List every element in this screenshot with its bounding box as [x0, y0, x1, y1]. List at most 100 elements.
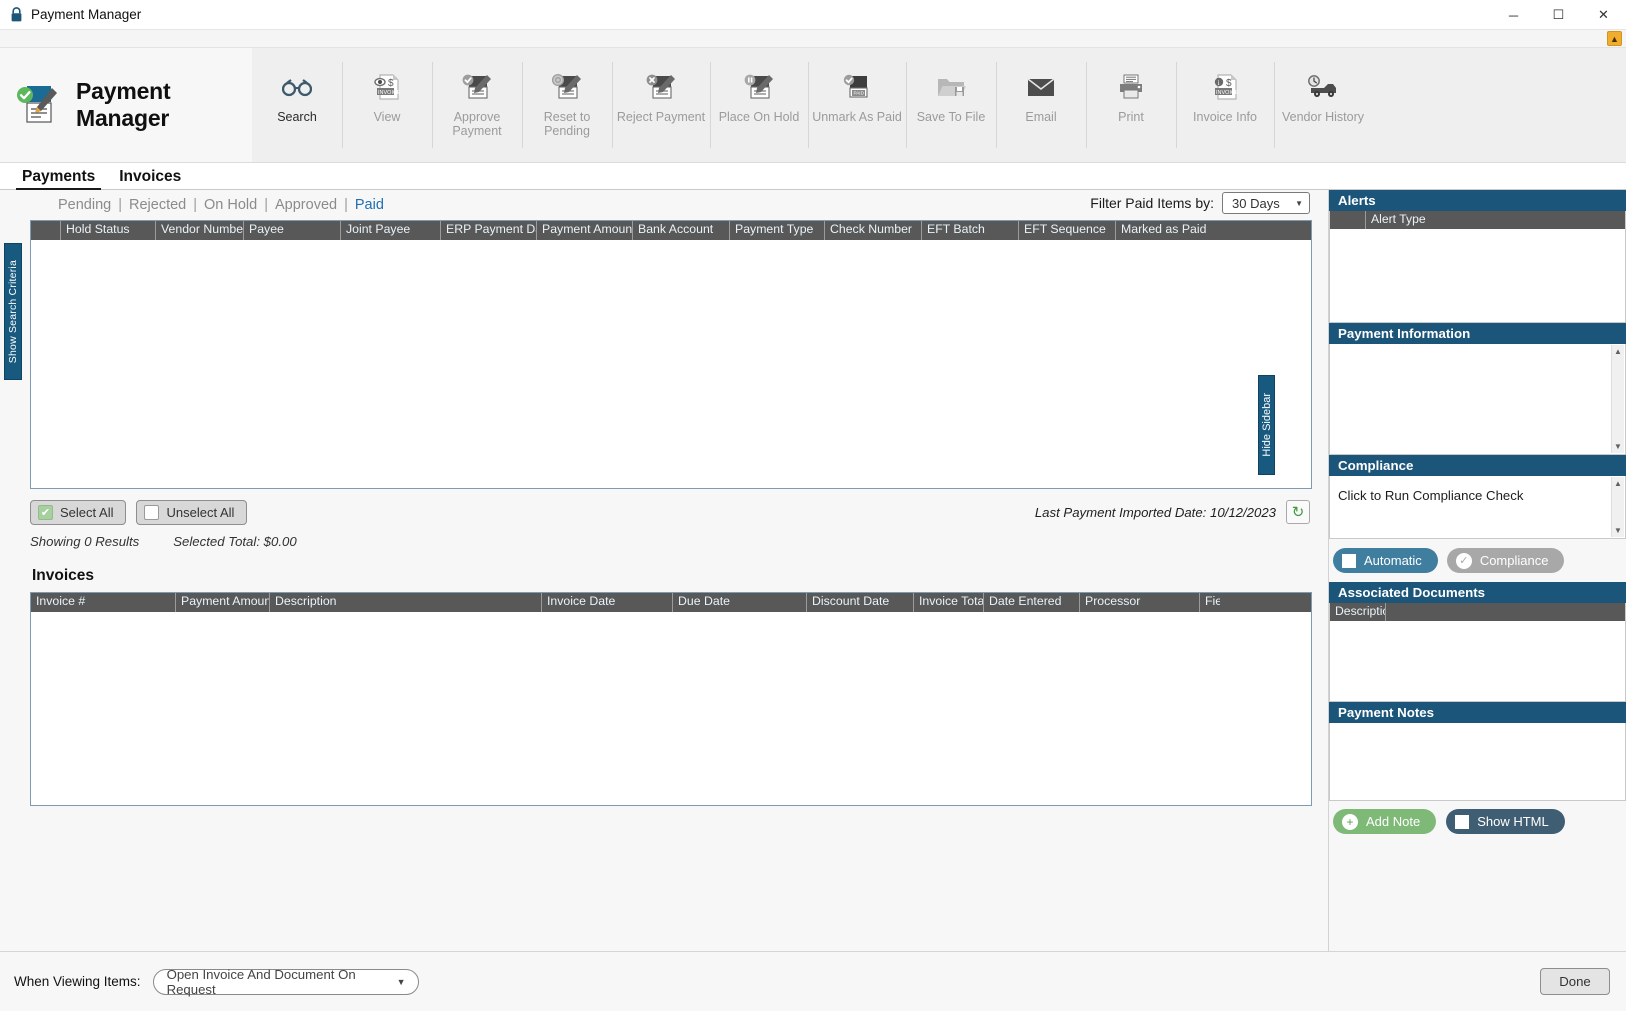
last-imported-group: Last Payment Imported Date: 10/12/2023 ↻ — [1035, 500, 1310, 524]
hide-sidebar-tab[interactable]: Hide Sidebar — [1258, 375, 1275, 475]
envelope-icon — [1025, 70, 1057, 104]
payments-column-header[interactable]: Payment Type — [730, 221, 825, 240]
compliance-label: Compliance — [1479, 553, 1549, 568]
associated-documents-column-header[interactable] — [1386, 603, 1624, 621]
invoices-grid-body[interactable] — [31, 612, 1311, 805]
svg-text:$: $ — [388, 78, 394, 89]
unselect-all-button[interactable]: Unselect All — [136, 500, 248, 525]
toolbar-button-unmark-as-paid[interactable]: PAID Unmark As Paid — [808, 54, 906, 162]
when-viewing-items-select[interactable]: Open Invoice And Document On Request ▼ — [152, 967, 419, 997]
invoices-column-header[interactable]: Description — [270, 593, 542, 612]
payments-grid-body[interactable] — [31, 240, 1311, 488]
toolbar-button-approve-payment[interactable]: Approve Payment — [432, 54, 522, 162]
toolbar-button-search[interactable]: Search — [252, 54, 342, 162]
payments-column-header[interactable]: Payment Amount — [537, 221, 633, 240]
status-filter-approved[interactable]: Approved — [275, 197, 337, 213]
status-filter-rejected[interactable]: Rejected — [129, 197, 186, 213]
payments-column-header[interactable]: Marked as Paid — [1116, 221, 1210, 240]
scroll-down-icon[interactable]: ▼ — [1614, 526, 1622, 535]
alerts-panel: Alert Type — [1329, 211, 1626, 323]
toolbar-button-view[interactable]: $ INVOICE View — [342, 54, 432, 162]
main-body: Show Search Criteria Pending | Rejected … — [0, 190, 1626, 951]
payments-column-header[interactable] — [31, 221, 61, 240]
toolbar-button-print[interactable]: Print — [1086, 54, 1176, 162]
filter-paid-items-value: 30 Days — [1232, 195, 1280, 211]
invoices-column-header[interactable]: Invoice Date — [542, 593, 673, 612]
close-button[interactable]: ✕ — [1581, 0, 1626, 30]
invoices-column-header[interactable]: Payment Amount — [176, 593, 270, 612]
show-search-criteria-tab[interactable]: Show Search Criteria — [4, 243, 22, 380]
associated-documents-grid-body[interactable] — [1330, 621, 1625, 701]
payment-information-body[interactable]: ▲ ▼ — [1330, 344, 1625, 454]
done-button[interactable]: Done — [1540, 968, 1610, 995]
invoices-column-header[interactable]: Fie — [1200, 593, 1220, 612]
invoices-column-header[interactable]: Processor — [1080, 593, 1200, 612]
payment-information-scrollbar[interactable]: ▲ ▼ — [1611, 345, 1624, 453]
payments-column-header[interactable]: EFT Sequence — [1019, 221, 1116, 240]
show-search-criteria-label: Show Search Criteria — [7, 259, 19, 364]
toolbar-button-place-on-hold[interactable]: Place On Hold — [710, 54, 808, 162]
payments-column-header[interactable]: Vendor Number — [156, 221, 244, 240]
invoices-column-header[interactable]: Date Entered — [984, 593, 1080, 612]
checkbox-square-icon — [1455, 814, 1470, 829]
alerts-column-header[interactable] — [1330, 211, 1366, 229]
payments-column-header[interactable]: Joint Payee — [341, 221, 441, 240]
toolbar-label: Search — [277, 110, 317, 124]
scroll-up-icon[interactable]: ▲ — [1614, 479, 1622, 488]
minimize-button[interactable]: ─ — [1491, 0, 1536, 30]
check-circle-icon: ✓ — [1455, 552, 1472, 569]
scroll-up-icon[interactable]: ▲ — [1614, 347, 1622, 356]
alerts-grid-body[interactable] — [1330, 229, 1625, 322]
status-filter-paid[interactable]: Paid — [355, 197, 384, 213]
payments-column-header[interactable]: Payee — [244, 221, 341, 240]
compliance-message[interactable]: Click to Run Compliance Check — [1338, 488, 1523, 503]
toolbar-label: Save To File — [916, 110, 986, 124]
compliance-panel-title: Compliance — [1329, 455, 1626, 476]
payments-column-header[interactable]: Bank Account — [633, 221, 730, 240]
maximize-button[interactable]: ☐ — [1536, 0, 1581, 30]
payment-manager-logo-icon — [14, 82, 62, 128]
filter-paid-items-select[interactable]: 30 Days ▼ — [1222, 192, 1310, 214]
alert-badge-icon[interactable]: ▲ — [1607, 31, 1622, 46]
invoices-column-header[interactable]: Discount Date — [807, 593, 914, 612]
add-note-button[interactable]: + Add Note — [1333, 809, 1437, 834]
done-label: Done — [1559, 974, 1591, 989]
show-html-button[interactable]: Show HTML — [1446, 809, 1565, 834]
automatic-button[interactable]: Automatic — [1333, 548, 1438, 573]
invoices-grid[interactable]: Invoice # Payment Amount Description Invoic… — [30, 592, 1312, 806]
window-controls: ─ ☐ ✕ — [1491, 0, 1626, 30]
associated-documents-column-header[interactable]: Description — [1330, 603, 1386, 621]
payments-grid[interactable]: Hold Status Vendor Number Payee Joint Payee… — [30, 220, 1312, 489]
toolbar-button-email[interactable]: Email — [996, 54, 1086, 162]
toolbar-button-invoice-info[interactable]: i $ INVOICE Invoice Info — [1176, 54, 1274, 162]
select-all-button[interactable]: ✔ Select All — [30, 500, 127, 525]
status-filter-on-hold[interactable]: On Hold — [204, 197, 257, 213]
invoices-column-header[interactable]: Due Date — [673, 593, 807, 612]
payments-column-header[interactable]: Hold Status — [61, 221, 156, 240]
compliance-scrollbar[interactable]: ▲ ▼ — [1611, 477, 1624, 537]
toolbar-button-reset-to-pending[interactable]: Reset to Pending — [522, 54, 612, 162]
alerts-column-header[interactable]: Alert Type — [1366, 211, 1624, 229]
automatic-label: Automatic — [1364, 553, 1422, 568]
chevron-down-icon: ▼ — [1295, 198, 1303, 208]
invoices-column-header[interactable]: Invoice # — [31, 593, 176, 612]
tab-payments[interactable]: Payments — [10, 168, 107, 190]
compliance-body[interactable]: Click to Run Compliance Check ▲ ▼ — [1330, 476, 1625, 538]
refresh-icon[interactable]: ↻ — [1286, 500, 1310, 524]
status-filter-pending[interactable]: Pending — [58, 197, 111, 213]
payments-column-header[interactable]: Check Number — [825, 221, 922, 240]
toolbar-label: Vendor History — [1282, 110, 1364, 124]
toolbar-button-save-to-file[interactable]: Save To File — [906, 54, 996, 162]
toolbar-button-reject-payment[interactable]: Reject Payment — [612, 54, 710, 162]
payments-column-header[interactable]: ERP Payment Date — [441, 221, 537, 240]
compliance-button[interactable]: ✓ Compliance — [1446, 548, 1565, 573]
plus-circle-icon: + — [1342, 813, 1358, 830]
right-sidebar: Alerts Alert Type Payment Information ▲ … — [1328, 190, 1626, 951]
payment-notes-body[interactable] — [1330, 723, 1625, 800]
tab-invoices[interactable]: Invoices — [107, 168, 193, 189]
invoices-column-header[interactable]: Invoice Total — [914, 593, 984, 612]
payments-column-header[interactable]: EFT Batch — [922, 221, 1019, 240]
toolbar-label: View — [373, 110, 401, 124]
scroll-down-icon[interactable]: ▼ — [1614, 442, 1622, 451]
toolbar-button-vendor-history[interactable]: Vendor History — [1274, 54, 1372, 162]
